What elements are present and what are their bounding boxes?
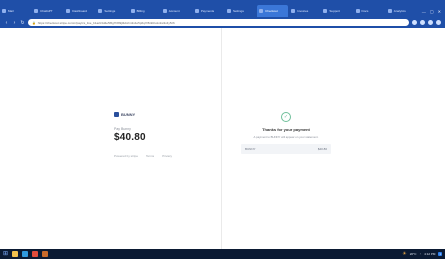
tab-label: Account	[168, 9, 180, 13]
browser-tab[interactable]: Invoices	[289, 5, 320, 17]
tab-favicon-icon	[226, 9, 231, 13]
start-icon[interactable]: ⊞	[3, 251, 8, 257]
tab-label: ChatGPT	[40, 9, 53, 13]
browser-tab[interactable]: Support	[321, 5, 352, 17]
tab-favicon-icon	[130, 9, 135, 13]
tab-label: Settings	[104, 9, 116, 13]
address-text: https://checkout.stripe.com/c/pay/cs_liv…	[37, 20, 175, 25]
tab-label: Analytics	[393, 9, 406, 13]
tab-label: Support	[329, 9, 340, 13]
terms-link[interactable]: Terms	[146, 154, 154, 158]
browser-tab[interactable]: Settings	[225, 5, 256, 17]
receipt-value: $40.80	[317, 147, 327, 151]
reload-icon[interactable]: ↻	[20, 20, 25, 26]
file-explorer-icon[interactable]	[12, 251, 19, 257]
browser-tab[interactable]: Checkout	[257, 5, 289, 17]
menu-icon[interactable]	[436, 20, 441, 25]
browser-tab[interactable]: Docs	[354, 5, 385, 17]
success-check-icon: ✓	[281, 112, 291, 122]
tab-favicon-icon	[355, 9, 360, 13]
tab-label: Checkout	[265, 9, 278, 13]
edge-icon[interactable]	[22, 251, 29, 257]
wifi-icon[interactable]: ◔	[419, 252, 421, 256]
merchant-logo-icon	[114, 112, 119, 117]
tab-favicon-icon	[291, 9, 296, 13]
browser-tab[interactable]: Account	[161, 5, 192, 17]
back-icon[interactable]: ‹	[4, 20, 9, 26]
checkout-page: BUNNY Pay Bunny $40.80 Powered by stripe…	[0, 28, 445, 249]
toolbar-icons	[412, 20, 441, 25]
tab-label: Docs	[361, 9, 369, 13]
browser-toolbar: ‹ › ↻ 🔒 https://checkout.stripe.com/c/pa…	[0, 17, 445, 28]
tab-label: Dashboard	[72, 9, 87, 13]
order-summary: BUNNY Pay Bunny $40.80 Powered by stripe…	[114, 112, 204, 158]
clock[interactable]: 4:12 PM	[424, 252, 435, 256]
window-controls: — ▢ ✕	[418, 5, 445, 17]
left-footer: Powered by stripe Terms Privacy	[114, 154, 204, 158]
browser-tab[interactable]: ChatGPT	[32, 5, 63, 17]
bookmark-icon[interactable]	[420, 20, 425, 25]
tab-favicon-icon	[34, 9, 39, 13]
address-bar[interactable]: 🔒 https://checkout.stripe.com/c/pay/cs_l…	[28, 19, 409, 26]
tab-favicon-icon	[98, 9, 103, 13]
privacy-link[interactable]: Privacy	[162, 154, 172, 158]
tab-favicon-icon	[162, 9, 167, 13]
tab-favicon-icon	[2, 9, 6, 13]
weather-icon: ☀	[402, 251, 407, 257]
browser-tab[interactable]: Analytics	[386, 5, 417, 17]
browser-tab[interactable]: Mail	[0, 5, 31, 17]
panel-divider	[221, 28, 222, 249]
confirmation-subtitle: A payment to BUNNY will appear on your s…	[253, 135, 319, 139]
system-tray: ☀ 20°C ◔ 4:12 PM 1	[402, 251, 442, 257]
tab-label: Invoices	[297, 9, 309, 13]
powered-by-link[interactable]: Powered by stripe	[114, 154, 138, 158]
chrome-icon[interactable]	[32, 251, 39, 257]
browser-tab[interactable]: Payments	[193, 5, 224, 17]
os-taskbar: ⊞ ☀ 20°C ◔ 4:12 PM 1	[0, 249, 445, 259]
tab-favicon-icon	[323, 9, 328, 13]
lock-icon: 🔒	[32, 20, 36, 25]
forward-icon[interactable]: ›	[12, 20, 17, 26]
extension-icon[interactable]	[412, 20, 417, 25]
merchant-brand: BUNNY	[114, 112, 204, 117]
merchant-name: BUNNY	[121, 112, 136, 117]
browser-tab-strip: Mail ChatGPT Dashboard Settings Billing Accou…	[0, 0, 445, 17]
tab-favicon-icon	[66, 9, 71, 13]
tab-favicon-icon	[194, 9, 199, 13]
minimize-icon[interactable]: —	[422, 9, 426, 14]
close-icon[interactable]: ✕	[438, 9, 441, 14]
browser-tab[interactable]: Billing	[129, 5, 160, 17]
total-amount: $40.80	[114, 132, 146, 143]
confirmation-title: Thanks for your payment	[262, 127, 310, 132]
pay-label: Pay Bunny	[114, 127, 131, 131]
receipt-label: BUNNY	[245, 147, 256, 151]
tab-label: Settings	[232, 9, 244, 13]
browser-tab[interactable]: Settings	[96, 5, 127, 17]
tab-favicon-icon	[259, 9, 264, 13]
app-icon[interactable]	[42, 251, 49, 257]
tab-label: Billing	[136, 9, 145, 13]
notification-badge[interactable]: 1	[438, 252, 442, 256]
browser-tab[interactable]: Dashboard	[64, 5, 95, 17]
tab-label: Mail	[8, 9, 14, 13]
tab-favicon-icon	[387, 9, 392, 13]
maximize-icon[interactable]: ▢	[430, 9, 434, 14]
tab-label: Payments	[200, 9, 215, 13]
payment-confirmation: ✓ Thanks for your payment A payment to B…	[241, 112, 331, 154]
weather-text[interactable]: 20°C	[410, 252, 417, 256]
receipt-row: BUNNY $40.80	[241, 144, 331, 154]
profile-icon[interactable]	[428, 20, 433, 25]
